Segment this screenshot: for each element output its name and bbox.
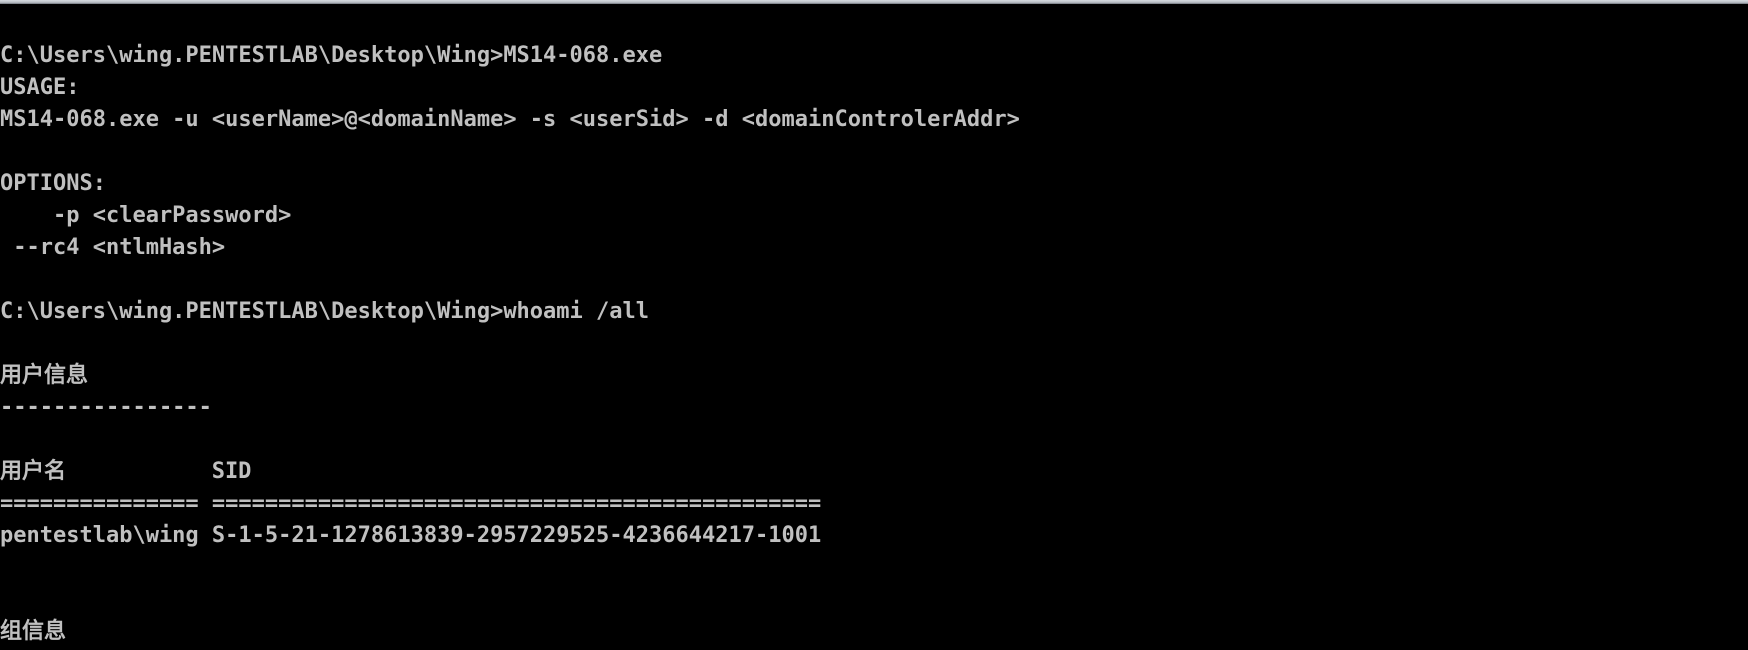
console-line-usage-header: USAGE: [0,75,80,100]
console-line-table-separator: =============== ========================… [0,491,822,516]
console-window[interactable]: C:\Users\wing.PENTESTLAB\Desktop\Wing>MS… [0,0,1748,650]
console-line-options-header: OPTIONS: [0,171,106,196]
window-top-edge [0,0,1748,4]
console-line-table-row: pentestlab\wing S-1-5-21-1278613839-2957… [0,523,822,548]
console-line-user-info-heading: 用户信息 [0,363,89,388]
console-line-group-info-heading: 组信息 [0,619,67,644]
console-line-user-info-underline: ---------------- [0,395,212,420]
console-output[interactable]: C:\Users\wing.PENTESTLAB\Desktop\Wing>MS… [0,40,1748,648]
console-line-command-whoami: C:\Users\wing.PENTESTLAB\Desktop\Wing>wh… [0,299,650,324]
console-line-option-password: -p <clearPassword> [0,203,292,228]
console-line-option-rc4: --rc4 <ntlmHash> [0,235,226,260]
console-line-command-ms14-068: C:\Users\wing.PENTESTLAB\Desktop\Wing>MS… [0,43,663,68]
console-line-table-header: 用户名 SID [0,459,252,484]
console-line-usage-syntax: MS14-068.exe -u <userName>@<domainName> … [0,107,1020,132]
